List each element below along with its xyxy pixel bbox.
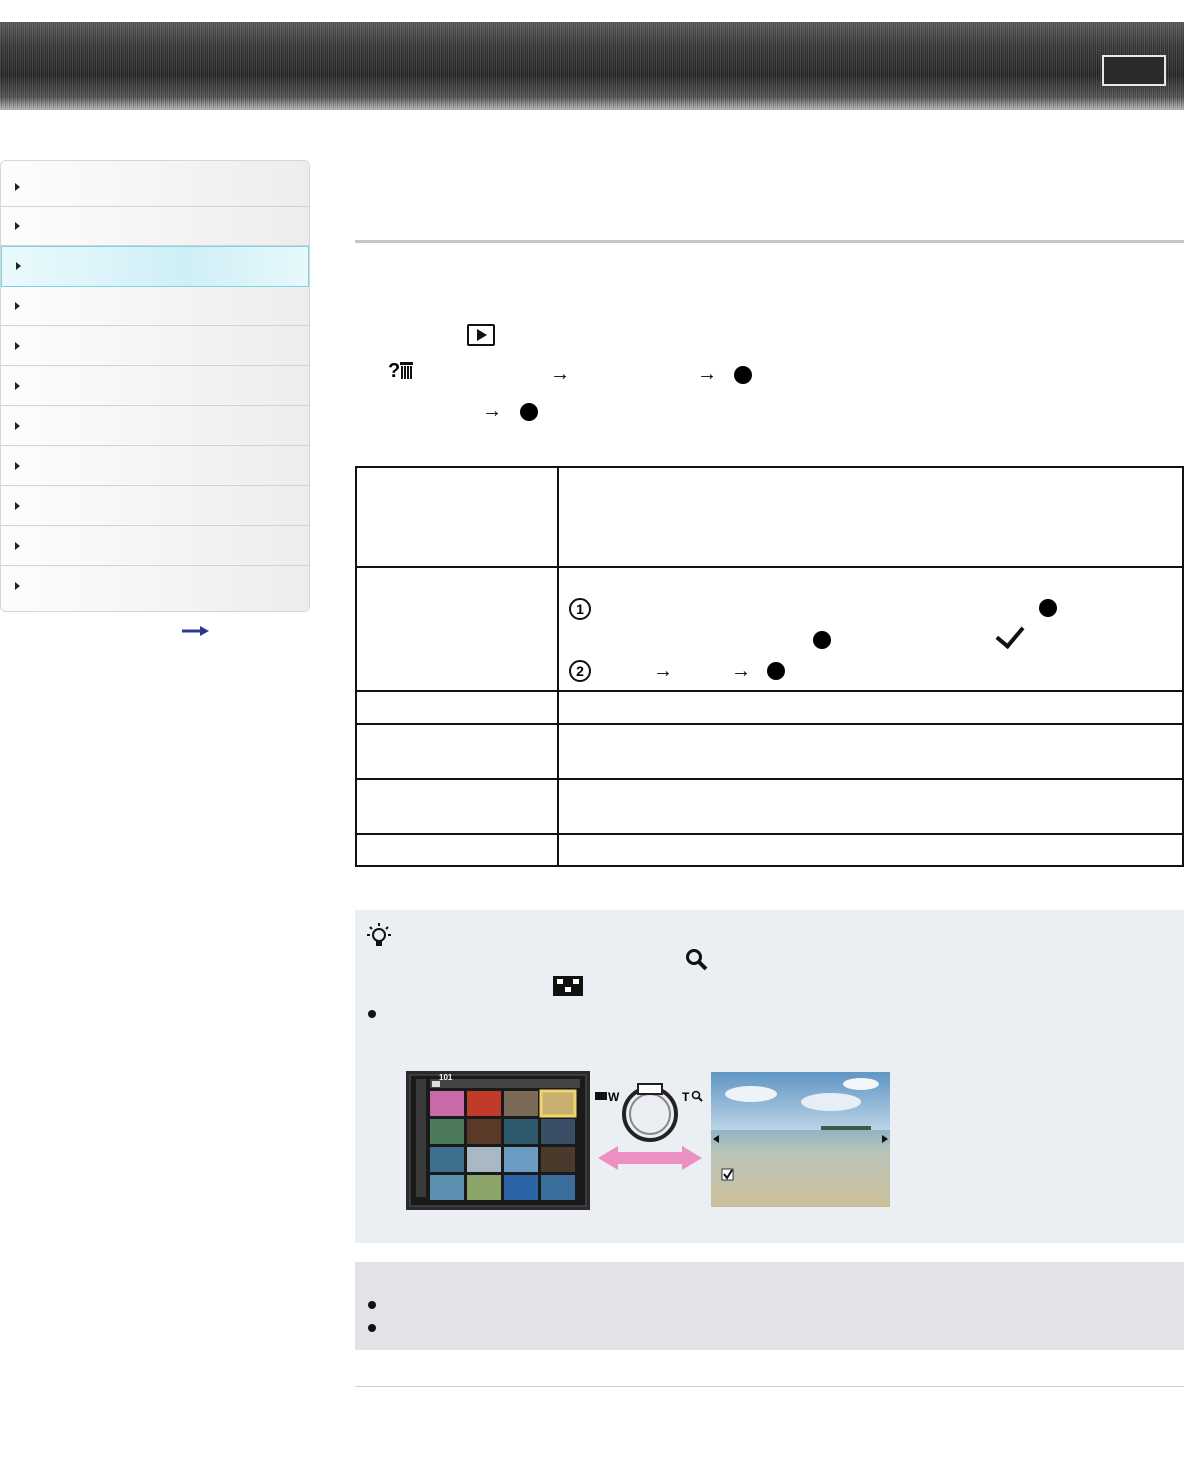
check-icon [995, 618, 1025, 650]
triangle-right-icon [15, 342, 20, 350]
sidebar-item-10[interactable] [1, 527, 309, 566]
sidebar-menu [0, 160, 310, 612]
bullet [368, 1010, 376, 1018]
center-button-icon [734, 366, 752, 384]
hint-box: 101 W T [355, 910, 1184, 1243]
zoom-lever-illustration [595, 1083, 702, 1170]
triangle-right-icon [16, 262, 21, 270]
center-button-icon [520, 403, 538, 421]
zoom-icon [691, 1090, 703, 1102]
table-row [355, 466, 1184, 568]
index-screen-illustration [406, 1071, 590, 1210]
table-row: 1 2 → → [355, 566, 1184, 692]
table-cell-label [355, 566, 559, 692]
zoom-icon [686, 949, 708, 971]
sidebar-item-7[interactable] [1, 407, 309, 446]
sidebar-item-4[interactable] [1, 287, 309, 326]
table-row [355, 690, 1184, 725]
trash-icon [400, 362, 414, 379]
table-cell-label [355, 723, 559, 780]
arrow-right-icon[interactable] [182, 625, 210, 637]
sidebar-item-11[interactable] [1, 567, 309, 611]
triangle-right-icon [15, 302, 20, 310]
triangle-right-icon [15, 183, 20, 191]
circled-1-icon: 1 [569, 598, 591, 620]
header-bar [0, 22, 1184, 110]
table-cell-label [355, 833, 559, 867]
arrow-icon: → [697, 363, 717, 385]
bullet [368, 1324, 376, 1332]
hint-bulb-icon [367, 923, 391, 946]
help-trash-button-icon: ? [388, 360, 414, 384]
triangle-right-icon [15, 462, 20, 470]
table-cell-desc [557, 723, 1184, 780]
arrow-icon: → [731, 660, 751, 682]
circled-2-icon: 2 [569, 660, 591, 682]
sidebar-item-1[interactable] [1, 161, 309, 207]
title-divider [355, 240, 1184, 243]
footer-divider [355, 1386, 1184, 1387]
table-cell-desc: 1 2 → → [557, 566, 1184, 692]
lcd-folder-number: 101 [439, 1073, 453, 1082]
note-box [355, 1262, 1184, 1350]
sidebar-item-5[interactable] [1, 327, 309, 366]
bullet [368, 1301, 376, 1309]
arrow-icon: → [550, 363, 570, 385]
sidebar-item-6[interactable] [1, 367, 309, 406]
wide-label: W [608, 1090, 620, 1104]
triangle-right-icon [15, 222, 20, 230]
table-cell-label [355, 466, 559, 568]
table-cell-desc [557, 833, 1184, 867]
center-button-icon [813, 631, 831, 649]
table-row [355, 833, 1184, 867]
table-cell-label [355, 778, 559, 835]
single-image-illustration [711, 1072, 890, 1207]
triangle-right-icon [15, 422, 20, 430]
table-cell-desc [557, 466, 1184, 568]
sidebar-item-9[interactable] [1, 487, 309, 526]
triangle-right-icon [15, 382, 20, 390]
triangle-right-icon [15, 502, 20, 510]
table-row [355, 723, 1184, 780]
play-icon [467, 324, 495, 346]
delete-options-table: 1 2 → → [355, 466, 1184, 867]
arrow-icon: → [653, 660, 673, 682]
sidebar-item-2[interactable] [1, 207, 309, 246]
arrow-icon: → [482, 400, 502, 422]
table-cell-label [355, 690, 559, 725]
sidebar-item-8[interactable] [1, 447, 309, 486]
top-button[interactable] [1102, 55, 1166, 86]
triangle-right-icon [15, 542, 20, 550]
center-button-icon [1039, 599, 1057, 617]
triangle-right-icon [15, 582, 20, 590]
table-row [355, 778, 1184, 835]
table-cell-desc [557, 778, 1184, 835]
tele-label: T [682, 1090, 690, 1104]
sidebar-item-3-active[interactable] [1, 246, 309, 287]
center-button-icon [767, 662, 785, 680]
table-cell-desc [557, 690, 1184, 725]
index-icon [553, 976, 583, 996]
